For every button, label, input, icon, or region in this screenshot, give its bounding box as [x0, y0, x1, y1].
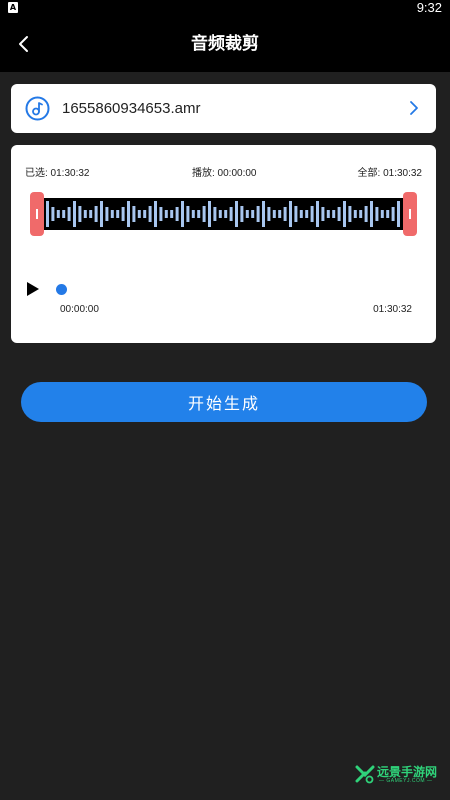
waveform-bar	[256, 206, 260, 222]
waveform-bar	[283, 207, 287, 221]
generate-button[interactable]: 开始生成	[21, 382, 427, 422]
waveform-bar	[397, 201, 400, 227]
waveform-bar	[62, 210, 66, 218]
waveform-bar	[305, 210, 309, 218]
waveform-bar	[148, 206, 152, 222]
waveform-bar	[348, 206, 352, 222]
waveform-bar	[94, 206, 98, 222]
playback-end-time: 01:30:32	[373, 304, 412, 315]
status-bar: A 9:32	[0, 0, 450, 16]
waveform-bar	[272, 210, 276, 218]
play-icon[interactable]	[25, 281, 41, 297]
file-name: 1655860934653.amr	[62, 100, 201, 117]
playing-position: 播放: 00:00:00	[192, 168, 257, 179]
waveform-bar	[89, 210, 93, 218]
waveform-bar	[191, 210, 195, 218]
app-bar: 音频裁剪	[0, 16, 450, 72]
waveform-bar	[299, 210, 303, 218]
status-time: 9:32	[416, 0, 442, 15]
watermark: 远景手游网 — GAMEYJ.COM —	[355, 762, 443, 788]
watermark-domain: — GAMEYJ.COM —	[379, 778, 433, 784]
waveform-bar	[73, 201, 76, 227]
page-title: 音频裁剪	[191, 34, 259, 54]
selected-duration: 已选: 01:30:32	[25, 168, 90, 179]
waveform-bar	[197, 210, 201, 218]
waveform-bar	[159, 207, 163, 221]
waveform-bar	[127, 201, 130, 227]
waveform-bar	[278, 210, 282, 218]
trim-handle-left[interactable]	[30, 192, 44, 236]
waveform-bar	[332, 210, 336, 218]
waveform-bar	[154, 201, 157, 227]
waveform-bar	[326, 210, 330, 218]
waveform-bar	[208, 201, 211, 227]
waveform-bar	[46, 201, 49, 227]
waveform-bar	[100, 201, 103, 227]
waveform-bar	[267, 207, 271, 221]
waveform-bar	[224, 210, 228, 218]
waveform-bar	[245, 210, 249, 218]
waveform-bar	[164, 210, 168, 218]
waveform-bar	[229, 207, 233, 221]
waveform-bar	[67, 207, 71, 221]
waveform-bar	[240, 206, 244, 222]
waveform-bar	[337, 207, 341, 221]
waveform-bar	[359, 210, 363, 218]
waveform-bar	[316, 201, 319, 227]
waveform-bar	[132, 206, 136, 222]
waveform-bar	[116, 210, 120, 218]
waveform-bar	[51, 207, 55, 221]
trim-panel: 已选: 01:30:32 播放: 00:00:00 全部: 01:30:32 0…	[11, 145, 436, 343]
waveform[interactable]	[30, 192, 417, 236]
waveform-bar	[181, 201, 184, 227]
music-note-icon	[25, 96, 50, 121]
waveform-bar	[121, 207, 125, 221]
waveform-bar	[310, 206, 314, 222]
waveform-bar	[110, 210, 114, 218]
waveform-bar	[235, 201, 238, 227]
waveform-bar	[143, 210, 147, 218]
waveform-bar	[262, 201, 265, 227]
waveform-bar	[170, 210, 174, 218]
waveform-bar	[380, 210, 384, 218]
waveform-bar	[353, 210, 357, 218]
app-notification-icon: A	[8, 2, 18, 13]
waveform-bar	[289, 201, 292, 227]
waveform-bar	[137, 210, 141, 218]
waveform-bar	[343, 201, 346, 227]
waveform-bar	[294, 206, 298, 222]
waveform-bar	[391, 207, 395, 221]
waveform-bar	[175, 207, 179, 221]
playback-progress-thumb[interactable]	[56, 284, 67, 295]
waveform-bar	[321, 207, 325, 221]
total-duration: 全部: 01:30:32	[357, 168, 422, 179]
waveform-bar	[218, 210, 222, 218]
waveform-bar	[251, 210, 255, 218]
waveform-bar	[186, 206, 190, 222]
waveform-bar	[105, 207, 109, 221]
waveform-bar	[202, 206, 206, 222]
waveform-bar	[83, 210, 87, 218]
waveform-bar	[213, 207, 217, 221]
waveform-bar	[386, 210, 390, 218]
file-selector[interactable]: 1655860934653.amr	[11, 84, 436, 133]
gameyj-logo-icon	[355, 765, 375, 784]
waveform-bar	[56, 210, 60, 218]
waveform-bar	[370, 201, 373, 227]
chevron-right-icon	[410, 101, 418, 115]
trim-handle-right[interactable]	[403, 192, 417, 236]
playback-start-time: 00:00:00	[60, 304, 99, 315]
waveform-bar	[78, 206, 82, 222]
waveform-bar	[364, 206, 368, 222]
waveform-bar	[375, 207, 379, 221]
